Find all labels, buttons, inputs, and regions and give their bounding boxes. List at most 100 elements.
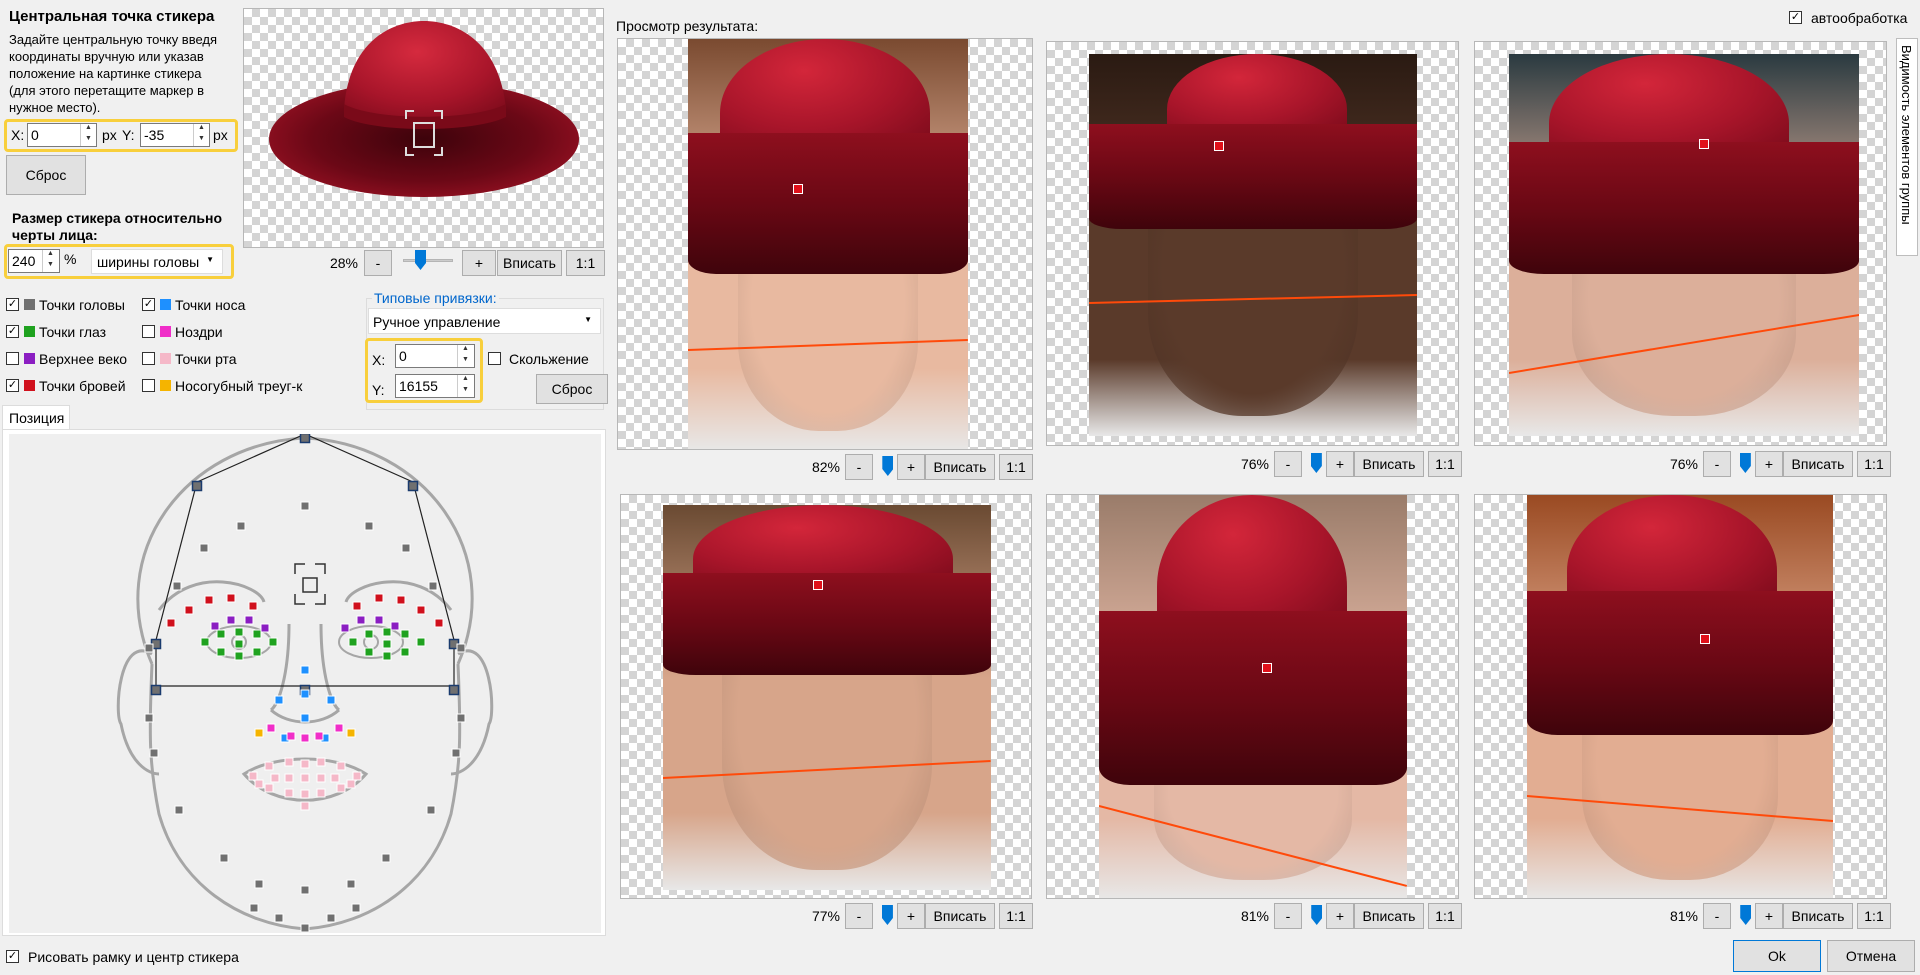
face-landmark-point[interactable] [448,684,460,696]
face-landmark-point[interactable] [348,637,358,647]
face-landmark-point[interactable] [346,879,356,889]
group-visibility-side-tab[interactable]: Видимость элементов группы [1896,38,1918,256]
face-landmark-point[interactable] [234,627,244,637]
preview-zoom-slider[interactable] [876,905,894,927]
face-landmark-point[interactable] [382,651,392,661]
face-landmark-point[interactable] [326,913,336,923]
size-percent-spinner[interactable]: ▲ ▼ [42,250,58,272]
face-landmark-point[interactable] [216,629,226,639]
face-landmark-point[interactable] [144,643,154,653]
face-landmark-point[interactable] [390,621,400,631]
preview-zoom-thumb[interactable] [1739,453,1751,473]
snapping-x-spinner[interactable]: ▲ ▼ [457,345,473,367]
face-landmark-point[interactable] [236,521,246,531]
preview-image[interactable] [1046,494,1459,899]
face-landmark-point[interactable] [300,773,310,783]
face-landmark-point[interactable] [300,789,310,799]
tab-position[interactable]: Позиция [2,405,70,430]
face-landmark-point[interactable] [346,779,356,789]
face-landmark-point[interactable] [434,618,444,628]
preview-zoom-plus-button[interactable]: + [897,454,925,480]
face-landmark-point[interactable] [382,639,392,649]
face-landmark-point[interactable] [226,593,236,603]
preview-fit-button[interactable]: Вписать [1354,903,1424,929]
face-landmark-point[interactable] [316,788,326,798]
preview-one-to-one-button[interactable]: 1:1 [999,454,1033,480]
face-landmark-point[interactable] [426,805,436,815]
preview-zoom-plus-button[interactable]: + [1326,451,1354,477]
face-landmark-point[interactable] [284,757,294,767]
preview-zoom-thumb[interactable] [1311,905,1323,925]
face-landmark-point[interactable] [300,713,310,723]
preview-zoom-thumb[interactable] [1310,453,1322,473]
face-landmark-point[interactable] [451,748,461,758]
face-landmark-point[interactable] [219,853,229,863]
face-landmark-point[interactable] [254,728,264,738]
size-mode-dropdown[interactable]: ширины головы ▼ [91,249,223,274]
sticker-center-marker[interactable] [1214,141,1224,151]
sticker-zoom-slider[interactable] [403,250,453,272]
preview-zoom-minus-button[interactable]: - [845,454,873,480]
face-landmark-point[interactable] [264,761,274,771]
face-landmark-point[interactable] [268,637,278,647]
face-landmark-point[interactable] [252,647,262,657]
cancel-button[interactable]: Отмена [1827,940,1915,972]
face-landmark-point[interactable] [252,629,262,639]
points-checkbox[interactable] [142,379,155,392]
preview-zoom-plus-button[interactable]: + [1755,451,1783,477]
face-landmark-point[interactable] [316,773,326,783]
preview-image[interactable] [1474,494,1887,899]
face-landmark-point[interactable] [374,593,384,603]
face-landmark-point[interactable] [300,801,310,811]
face-map-panel[interactable] [2,429,606,936]
sticker-center-marker[interactable] [813,580,823,590]
sticker-fit-button[interactable]: Вписать [497,250,562,276]
face-landmark-point[interactable] [407,480,419,492]
preview-zoom-slider[interactable] [1305,905,1323,927]
face-landmark-point[interactable] [284,788,294,798]
face-landmark-point[interactable] [284,773,294,783]
preview-zoom-minus-button[interactable]: - [1703,903,1731,929]
face-landmark-point[interactable] [300,665,310,675]
face-landmark-point[interactable] [144,713,154,723]
center-y-spinner[interactable]: ▲ ▼ [193,124,209,146]
sticker-preview[interactable] [243,8,604,248]
face-landmark-point[interactable] [286,731,296,741]
points-checkbox[interactable]: ✓ [6,325,19,338]
face-landmark-point[interactable] [346,728,356,738]
face-landmark-point[interactable] [364,647,374,657]
face-landmark-point[interactable] [254,779,264,789]
points-checkbox[interactable] [142,352,155,365]
face-landmark-point[interactable] [382,627,392,637]
preview-fit-button[interactable]: Вписать [1354,451,1424,477]
sticker-center-marker[interactable] [1700,634,1710,644]
face-landmark-point[interactable] [364,629,374,639]
face-landmark-point[interactable] [400,647,410,657]
sticker-center-marker[interactable] [793,184,803,194]
face-landmark-point[interactable] [300,733,310,743]
face-landmark-point[interactable] [330,773,340,783]
face-landmark-point[interactable] [204,595,214,605]
face-landmark-point[interactable] [260,623,270,633]
face-landmark-point[interactable] [401,543,411,553]
preview-fit-button[interactable]: Вписать [1783,903,1853,929]
preview-one-to-one-button[interactable]: 1:1 [1428,451,1462,477]
preview-zoom-minus-button[interactable]: - [1274,451,1302,477]
face-landmark-point[interactable] [249,903,259,913]
face-landmark-point[interactable] [300,923,310,933]
preview-zoom-minus-button[interactable]: - [845,903,873,929]
preview-zoom-slider[interactable] [1734,453,1752,475]
face-landmark-point[interactable] [248,771,258,781]
preview-zoom-thumb[interactable] [882,456,894,476]
preview-fit-button[interactable]: Вписать [925,454,995,480]
sticker-one-to-one-button[interactable]: 1:1 [566,250,605,276]
preview-fit-button[interactable]: Вписать [925,903,995,929]
face-landmark-point[interactable] [200,637,210,647]
preview-zoom-slider[interactable] [1734,905,1752,927]
preview-fit-button[interactable]: Вписать [1783,451,1853,477]
face-landmark-point[interactable] [416,605,426,615]
face-landmark-point[interactable] [336,761,346,771]
face-landmark-point[interactable] [351,903,361,913]
points-checkbox[interactable]: ✓ [142,298,155,311]
preview-one-to-one-button[interactable]: 1:1 [1857,903,1891,929]
